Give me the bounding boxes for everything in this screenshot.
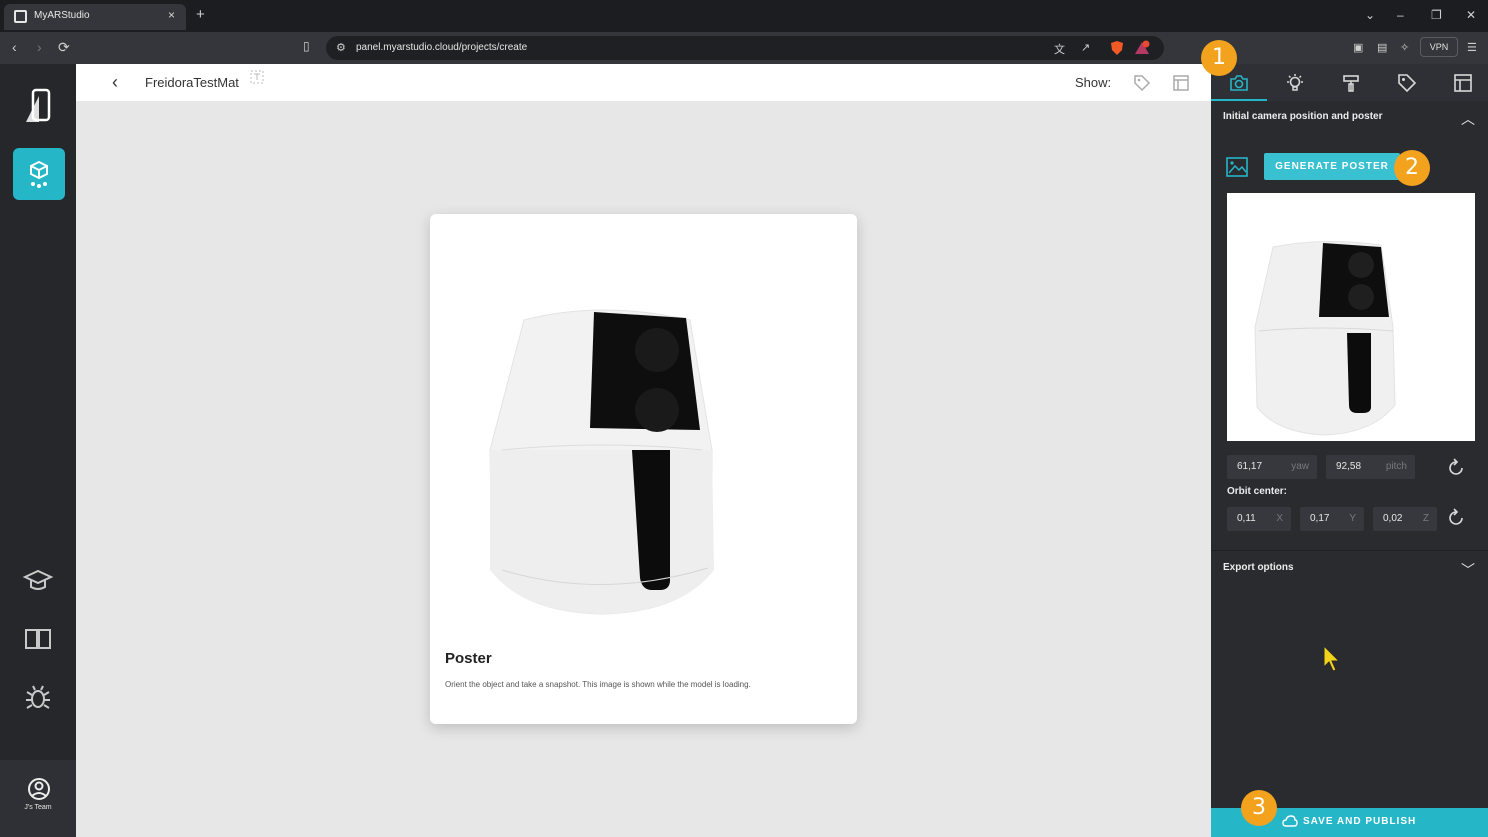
bookmark-icon[interactable]: ▯ <box>303 39 310 53</box>
tab-tags[interactable] <box>1379 64 1435 101</box>
main-viewport: ‹ FreidoraTestMat Show: Poster Orient th… <box>76 64 1211 837</box>
browser-toolbar: ‹ › ⟳ ▯ ⚙ panel.myarstudio.cloud/project… <box>0 32 1488 64</box>
graduation-cap-icon[interactable] <box>22 565 54 597</box>
url-text[interactable]: panel.myarstudio.cloud/projects/create <box>356 42 527 53</box>
app-sidebar: J's Team <box>0 64 76 837</box>
yaw-field[interactable]: 61,17 yaw <box>1227 455 1317 479</box>
maximize-button[interactable]: ❐ <box>1431 8 1442 22</box>
step-badge-1: 1 <box>1201 40 1237 76</box>
orbit-z-unit: Z <box>1422 513 1429 524</box>
camera-section-header[interactable]: Initial camera position and poster ︿ <box>1211 100 1488 136</box>
vpn-label: VPN <box>1429 42 1449 52</box>
show-tags-icon[interactable] <box>1133 74 1151 92</box>
team-label: J's Team <box>24 804 52 811</box>
vpn-button[interactable]: VPN <box>1420 37 1458 57</box>
tab-lighting[interactable] <box>1267 64 1323 101</box>
cloud-upload-icon <box>1282 815 1298 827</box>
step-badge-2: 2 <box>1394 150 1430 186</box>
site-settings-icon[interactable]: ⚙ <box>336 41 346 54</box>
minimize-button[interactable]: – <box>1397 8 1404 22</box>
orbit-center-label: Orbit center: <box>1227 486 1288 497</box>
camera-icon <box>1230 75 1248 91</box>
orbit-z-field[interactable]: 0,02 Z <box>1373 507 1437 531</box>
panel-tabs <box>1211 64 1488 101</box>
new-tab-button[interactable]: + <box>196 7 205 22</box>
sidebar-toggle-icon[interactable]: ▣ <box>1353 41 1363 54</box>
edit-title-icon[interactable] <box>250 70 264 84</box>
poster-preview-card: Poster Orient the object and take a snap… <box>430 214 857 724</box>
orbit-y-unit: Y <box>1349 513 1356 524</box>
pitch-field[interactable]: 92,58 pitch <box>1326 455 1415 479</box>
back-arrow-icon[interactable]: ‹ <box>12 39 17 55</box>
sidebar-item-projects[interactable] <box>13 148 65 200</box>
light-bulb-icon <box>1287 74 1303 91</box>
settings-panel: Initial camera position and poster ︿ GEN… <box>1211 64 1488 837</box>
export-section-header[interactable]: Export options ﹀ <box>1211 551 1488 587</box>
reload-icon[interactable]: ⟳ <box>58 39 70 56</box>
tab-list-icon[interactable]: ⌄ <box>1365 8 1375 22</box>
brave-rewards-icon[interactable] <box>1134 40 1150 56</box>
pitch-value[interactable]: 92,58 <box>1336 461 1361 472</box>
poster-description: Orient the object and take a snapshot. T… <box>445 680 751 689</box>
reset-orbit-icon[interactable] <box>1446 508 1466 528</box>
menu-icon[interactable]: ☰ <box>1467 41 1477 54</box>
chevron-up-icon[interactable]: ︿ <box>1461 109 1475 129</box>
forward-arrow-icon[interactable]: › <box>37 39 42 55</box>
step-badge-3: 3 <box>1241 790 1277 826</box>
poster-thumbnail-image <box>1254 240 1396 436</box>
export-section-title: Export options <box>1223 562 1294 573</box>
mouse-cursor-icon <box>1323 645 1341 672</box>
paint-roller-icon <box>1343 75 1359 92</box>
tab-materials[interactable] <box>1323 64 1379 101</box>
user-circle-icon <box>28 778 50 800</box>
tab-close-icon[interactable]: × <box>168 8 175 22</box>
chevron-down-icon[interactable]: ﹀ <box>1461 560 1475 580</box>
image-icon <box>1226 157 1248 177</box>
orbit-y-value[interactable]: 0,17 <box>1310 513 1329 524</box>
orbit-z-value[interactable]: 0,02 <box>1383 513 1402 524</box>
translate-icon[interactable]: 文 <box>1054 41 1065 57</box>
layout-icon <box>1454 74 1472 92</box>
orbit-y-field[interactable]: 0,17 Y <box>1300 507 1364 531</box>
back-button[interactable]: ‹ <box>112 72 118 93</box>
project-header: ‹ FreidoraTestMat Show: <box>76 64 1211 101</box>
wallet-icon[interactable]: ▤ <box>1377 41 1387 54</box>
cube-icon <box>30 160 48 188</box>
reset-camera-icon[interactable] <box>1446 458 1466 478</box>
leo-ai-icon[interactable]: ✧ <box>1400 41 1409 54</box>
browser-tab-bar: MyARStudio × + ⌄ – ❐ ✕ <box>0 0 1488 32</box>
air-fryer-model[interactable] <box>482 300 722 620</box>
close-window-button[interactable]: ✕ <box>1466 8 1476 22</box>
tab-title: MyARStudio <box>34 10 90 21</box>
share-icon[interactable]: ↗ <box>1081 41 1090 54</box>
project-title[interactable]: FreidoraTestMat <box>145 75 239 90</box>
poster-thumbnail <box>1227 193 1475 441</box>
brave-shield-icon[interactable] <box>1110 40 1124 56</box>
pitch-unit: pitch <box>1385 461 1407 472</box>
orbit-x-value[interactable]: 0,11 <box>1237 513 1256 524</box>
orbit-x-unit: X <box>1276 513 1283 524</box>
tag-icon <box>1398 74 1417 93</box>
poster-title: Poster <box>445 650 492 667</box>
yaw-unit: yaw <box>1291 461 1309 472</box>
show-hotspots-icon[interactable] <box>1172 74 1190 92</box>
browser-tab[interactable]: MyARStudio × <box>4 4 186 30</box>
orbit-x-field[interactable]: 0,11 X <box>1227 507 1291 531</box>
team-switcher[interactable]: J's Team <box>0 760 76 837</box>
app-favicon-icon <box>14 10 27 23</box>
address-bar[interactable]: ⚙ panel.myarstudio.cloud/projects/create… <box>326 36 1164 60</box>
myarstudio-logo[interactable] <box>22 88 56 124</box>
save-and-publish-label: SAVE AND PUBLISH <box>1303 816 1417 827</box>
camera-section-title: Initial camera position and poster <box>1223 111 1383 122</box>
generate-poster-button[interactable]: GENERATE POSTER <box>1264 153 1400 180</box>
yaw-value[interactable]: 61,17 <box>1237 461 1262 472</box>
show-label: Show: <box>1075 75 1112 90</box>
tab-layout[interactable] <box>1435 64 1488 101</box>
book-icon[interactable] <box>22 622 54 654</box>
bug-icon[interactable] <box>22 681 54 713</box>
